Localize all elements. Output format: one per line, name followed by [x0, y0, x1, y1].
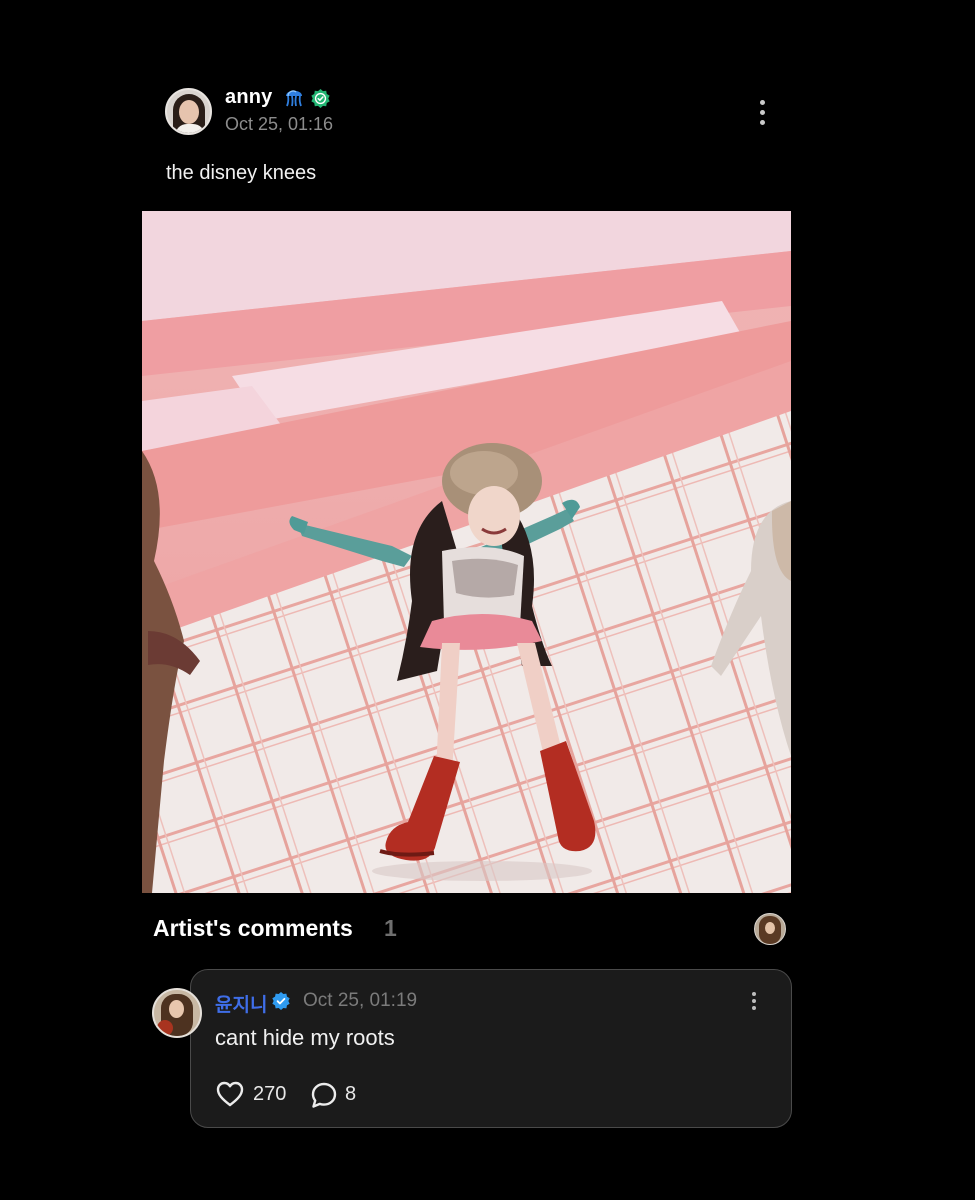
avatar-body-shape: [175, 124, 205, 133]
artist-comments-heading: Artist's comments: [153, 915, 353, 941]
more-vertical-icon-dot: [752, 992, 756, 996]
avatar-face-shape: [765, 922, 775, 934]
jellyfish-emoji-icon: [286, 90, 302, 107]
post-photo[interactable]: [142, 211, 791, 893]
heart-icon[interactable]: [216, 1081, 244, 1107]
more-vertical-icon-dot: [759, 120, 765, 125]
more-vertical-icon-dot: [759, 110, 765, 115]
comment-author-name[interactable]: 윤지니: [215, 990, 267, 1017]
avatar-accent-shape: [157, 1020, 173, 1036]
reply-count: 8: [345, 1083, 357, 1105]
avatar-face-shape: [179, 100, 199, 124]
more-vertical-icon-dot: [759, 100, 765, 105]
post-caption: the disney knees: [166, 162, 317, 184]
comment-timestamp: Oct 25, 01:19: [303, 990, 418, 1011]
post-photo-illustration: [142, 211, 791, 893]
like-count: 270: [253, 1083, 287, 1105]
comment-more-options-button[interactable]: [750, 992, 758, 1014]
verified-check-icon: [272, 992, 290, 1010]
artist-comments-avatar[interactable]: [754, 913, 786, 945]
post-username[interactable]: anny: [225, 86, 272, 109]
post-more-options-button[interactable]: [757, 100, 767, 130]
post-timestamp: Oct 25, 01:16: [225, 114, 334, 134]
artist-comments-count: 1: [384, 915, 397, 941]
comment-author-avatar[interactable]: [152, 988, 202, 1038]
more-vertical-icon-dot: [752, 1006, 756, 1010]
avatar-face-shape: [169, 1000, 184, 1018]
speech-bubble-icon[interactable]: [310, 1081, 338, 1109]
comment-text: cant hide my roots: [215, 1025, 395, 1050]
verified-check-icon: [311, 89, 330, 108]
post-author-avatar[interactable]: [165, 88, 212, 135]
more-vertical-icon-dot: [752, 999, 756, 1003]
